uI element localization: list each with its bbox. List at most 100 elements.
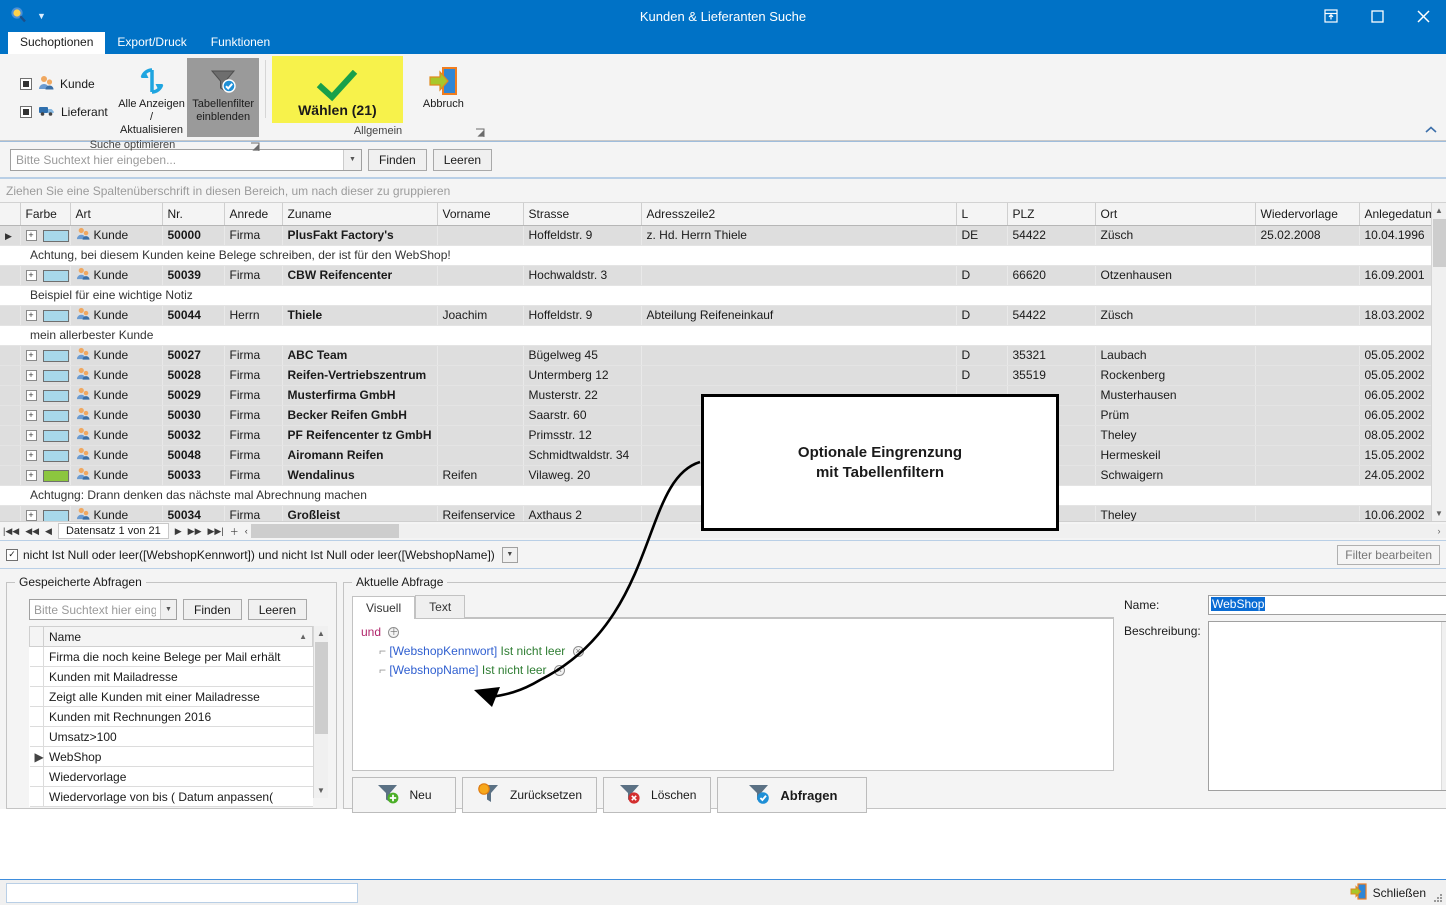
query-condition-field[interactable]: [WebshopKennwort] [389,644,497,658]
query-condition-row[interactable]: ⌐ [WebshopKennwort] Ist nicht leer × [379,644,1105,658]
tab-funktionen[interactable]: Funktionen [199,32,282,54]
dialog-launcher-icon[interactable] [250,142,261,153]
abbruch-button[interactable]: Abbruch [403,56,484,123]
col-header-zuname[interactable]: Zuname [282,203,438,226]
waehlen-button[interactable]: Wählen (21) [272,56,403,123]
col-header-wiedervorlage[interactable]: Wiedervorlage [1255,203,1360,226]
expand-row-icon[interactable]: + [25,350,37,362]
remove-condition-icon[interactable]: × [572,646,584,658]
list-item[interactable]: Kunden mit Rechnungen 2016 [29,706,313,727]
expand-row-icon[interactable]: + [25,510,37,521]
next-page-icon[interactable]: ▶▶ [185,526,205,537]
next-record-icon[interactable]: ▶ [172,526,185,537]
restore-window-icon[interactable] [1308,0,1354,32]
table-row[interactable]: + Kunde 50044 Herrn Thiele Joachim Hoffeldstr.… [0,305,1433,326]
group-by-band[interactable]: Ziehen Sie eine Spaltenüberschrift in di… [0,179,1446,203]
scroll-right-arrow-icon[interactable]: › [1432,524,1446,538]
saved-queries-scrollbar[interactable]: ▲ ▼ [313,626,328,798]
list-item[interactable]: Firma die noch keine Belege per Mail erh… [29,646,313,667]
remove-condition-icon[interactable]: × [553,665,565,677]
expand-row-icon[interactable]: + [25,230,37,242]
tab-suchoptionen[interactable]: Suchoptionen [8,32,106,54]
cell-farbe[interactable]: + [20,305,71,326]
scrollbar-thumb[interactable] [250,524,399,538]
query-root-operator[interactable]: und ＋ [361,625,1105,639]
tab-visuell[interactable]: Visuell [352,596,416,619]
refresh-all-button[interactable]: Alle Anzeigen / Aktualisieren [116,58,188,137]
col-header-strasse[interactable]: Strasse [523,203,642,226]
scroll-up-arrow-icon[interactable]: ▲ [314,626,328,641]
col-header-anlegedatum[interactable]: Anlegedatum [1359,203,1435,226]
cell-farbe[interactable]: + [20,265,71,286]
cell-farbe[interactable]: + [20,465,71,486]
expand-row-icon[interactable]: + [25,370,37,382]
expand-row-icon[interactable]: + [25,270,37,282]
expand-row-icon[interactable]: + [25,390,37,402]
cell-farbe[interactable]: + [20,345,71,366]
query-condition-operator[interactable]: Ist nicht leer [482,663,547,677]
magnifier-icon[interactable] [10,6,27,27]
list-item[interactable]: Zeigt alle Kunden mit einer Mailadresse [29,686,313,707]
sort-ascending-icon[interactable]: ▲ [299,632,307,641]
clear-button[interactable]: Leeren [432,148,493,171]
close-window-icon[interactable] [1400,0,1446,32]
cell-farbe[interactable]: + [20,405,71,426]
col-header-farbe[interactable]: Farbe [20,203,71,226]
expand-row-icon[interactable]: + [25,310,37,322]
col-header-adresszeile2[interactable]: Adresszeile2 [641,203,957,226]
list-item[interactable]: Umsatz>100 [29,726,313,747]
tab-text[interactable]: Text [415,595,466,618]
find-button[interactable]: Finden [368,148,427,171]
col-header-vorname[interactable]: Vorname [437,203,524,226]
edit-filter-button[interactable]: Filter bearbeiten [1337,544,1440,565]
check-lieferant[interactable]: Lieferant [20,103,108,120]
scroll-down-arrow-icon[interactable]: ▼ [314,783,328,798]
grid-vertical-scrollbar[interactable]: ▲ ▼ [1431,203,1446,521]
chevron-down-icon[interactable]: ▼ [160,600,176,619]
tab-export-druck[interactable]: Export/Druck [105,32,198,54]
quick-access-toolbar[interactable]: ▼ [0,6,46,27]
resize-grip-icon[interactable] [1433,892,1443,902]
new-query-button[interactable]: Neu [352,777,456,813]
add-record-icon[interactable]: ＋ [227,525,242,538]
query-condition-operator[interactable]: Ist nicht leer [501,644,566,658]
table-row[interactable]: ▶ + Kunde 50000 Firma PlusFakt Factory's Hoffe… [0,225,1433,246]
first-record-icon[interactable]: |◀◀ [0,526,22,537]
ribbon-tab-strip[interactable]: Suchoptionen Export/Druck Funktionen [0,32,1446,54]
query-name-input[interactable]: WebShop [1208,595,1446,615]
close-button-label[interactable]: Schließen [1373,886,1426,900]
saved-queries-clear-button[interactable]: Leeren [247,599,308,620]
col-header-plz[interactable]: PLZ [1007,203,1096,226]
last-record-icon[interactable]: ▶▶| [205,526,227,537]
list-item[interactable]: Wiedervorlage von bis ( Datum anpassen( [29,786,313,807]
chevron-down-icon[interactable]: ▼ [37,11,46,21]
checkbox-indicator[interactable] [20,78,32,90]
query-tab-strip[interactable]: Visuell Text [352,595,1114,619]
expand-row-icon[interactable]: + [25,410,37,422]
list-item[interactable]: ▶ WebShop [29,746,313,767]
maximize-window-icon[interactable] [1354,0,1400,32]
scroll-up-arrow-icon[interactable]: ▲ [1432,203,1446,218]
table-row[interactable]: + Kunde 50027 Firma ABC Team Bügelweg 45 D 3532… [0,345,1433,366]
chevron-down-icon[interactable]: ▼ [343,149,361,170]
description-scrollbar[interactable]: ▲ [1441,622,1446,790]
previous-record-icon[interactable]: ◀ [42,526,55,537]
query-condition-row[interactable]: ⌐ [WebshopName] Ist nicht leer × [379,663,1105,677]
window-controls[interactable] [1308,0,1446,32]
dialog-launcher-icon[interactable] [475,128,486,139]
collapse-nav-icon[interactable]: ‹ [242,526,251,536]
table-row[interactable]: + Kunde 50039 Firma CBW Reifencenter Hochwald… [0,265,1433,286]
filter-history-dropdown-icon[interactable]: ▼ [501,546,518,563]
status-input[interactable] [6,882,358,903]
add-condition-icon[interactable]: ＋ [388,627,400,639]
scrollbar-thumb[interactable] [1433,219,1446,267]
cell-farbe[interactable]: + [20,505,71,521]
check-kunde[interactable]: Kunde [20,75,108,93]
scroll-down-arrow-icon[interactable]: ▼ [1432,506,1446,521]
cell-farbe[interactable]: + [20,225,71,246]
chevron-up-icon[interactable] [1424,125,1438,138]
expand-row-icon[interactable]: + [25,470,37,482]
cell-farbe[interactable]: + [20,385,71,406]
table-filter-toggle-button[interactable]: Tabellenfilter einblenden [187,58,259,137]
list-item[interactable]: Wiedervorlage [29,766,313,787]
